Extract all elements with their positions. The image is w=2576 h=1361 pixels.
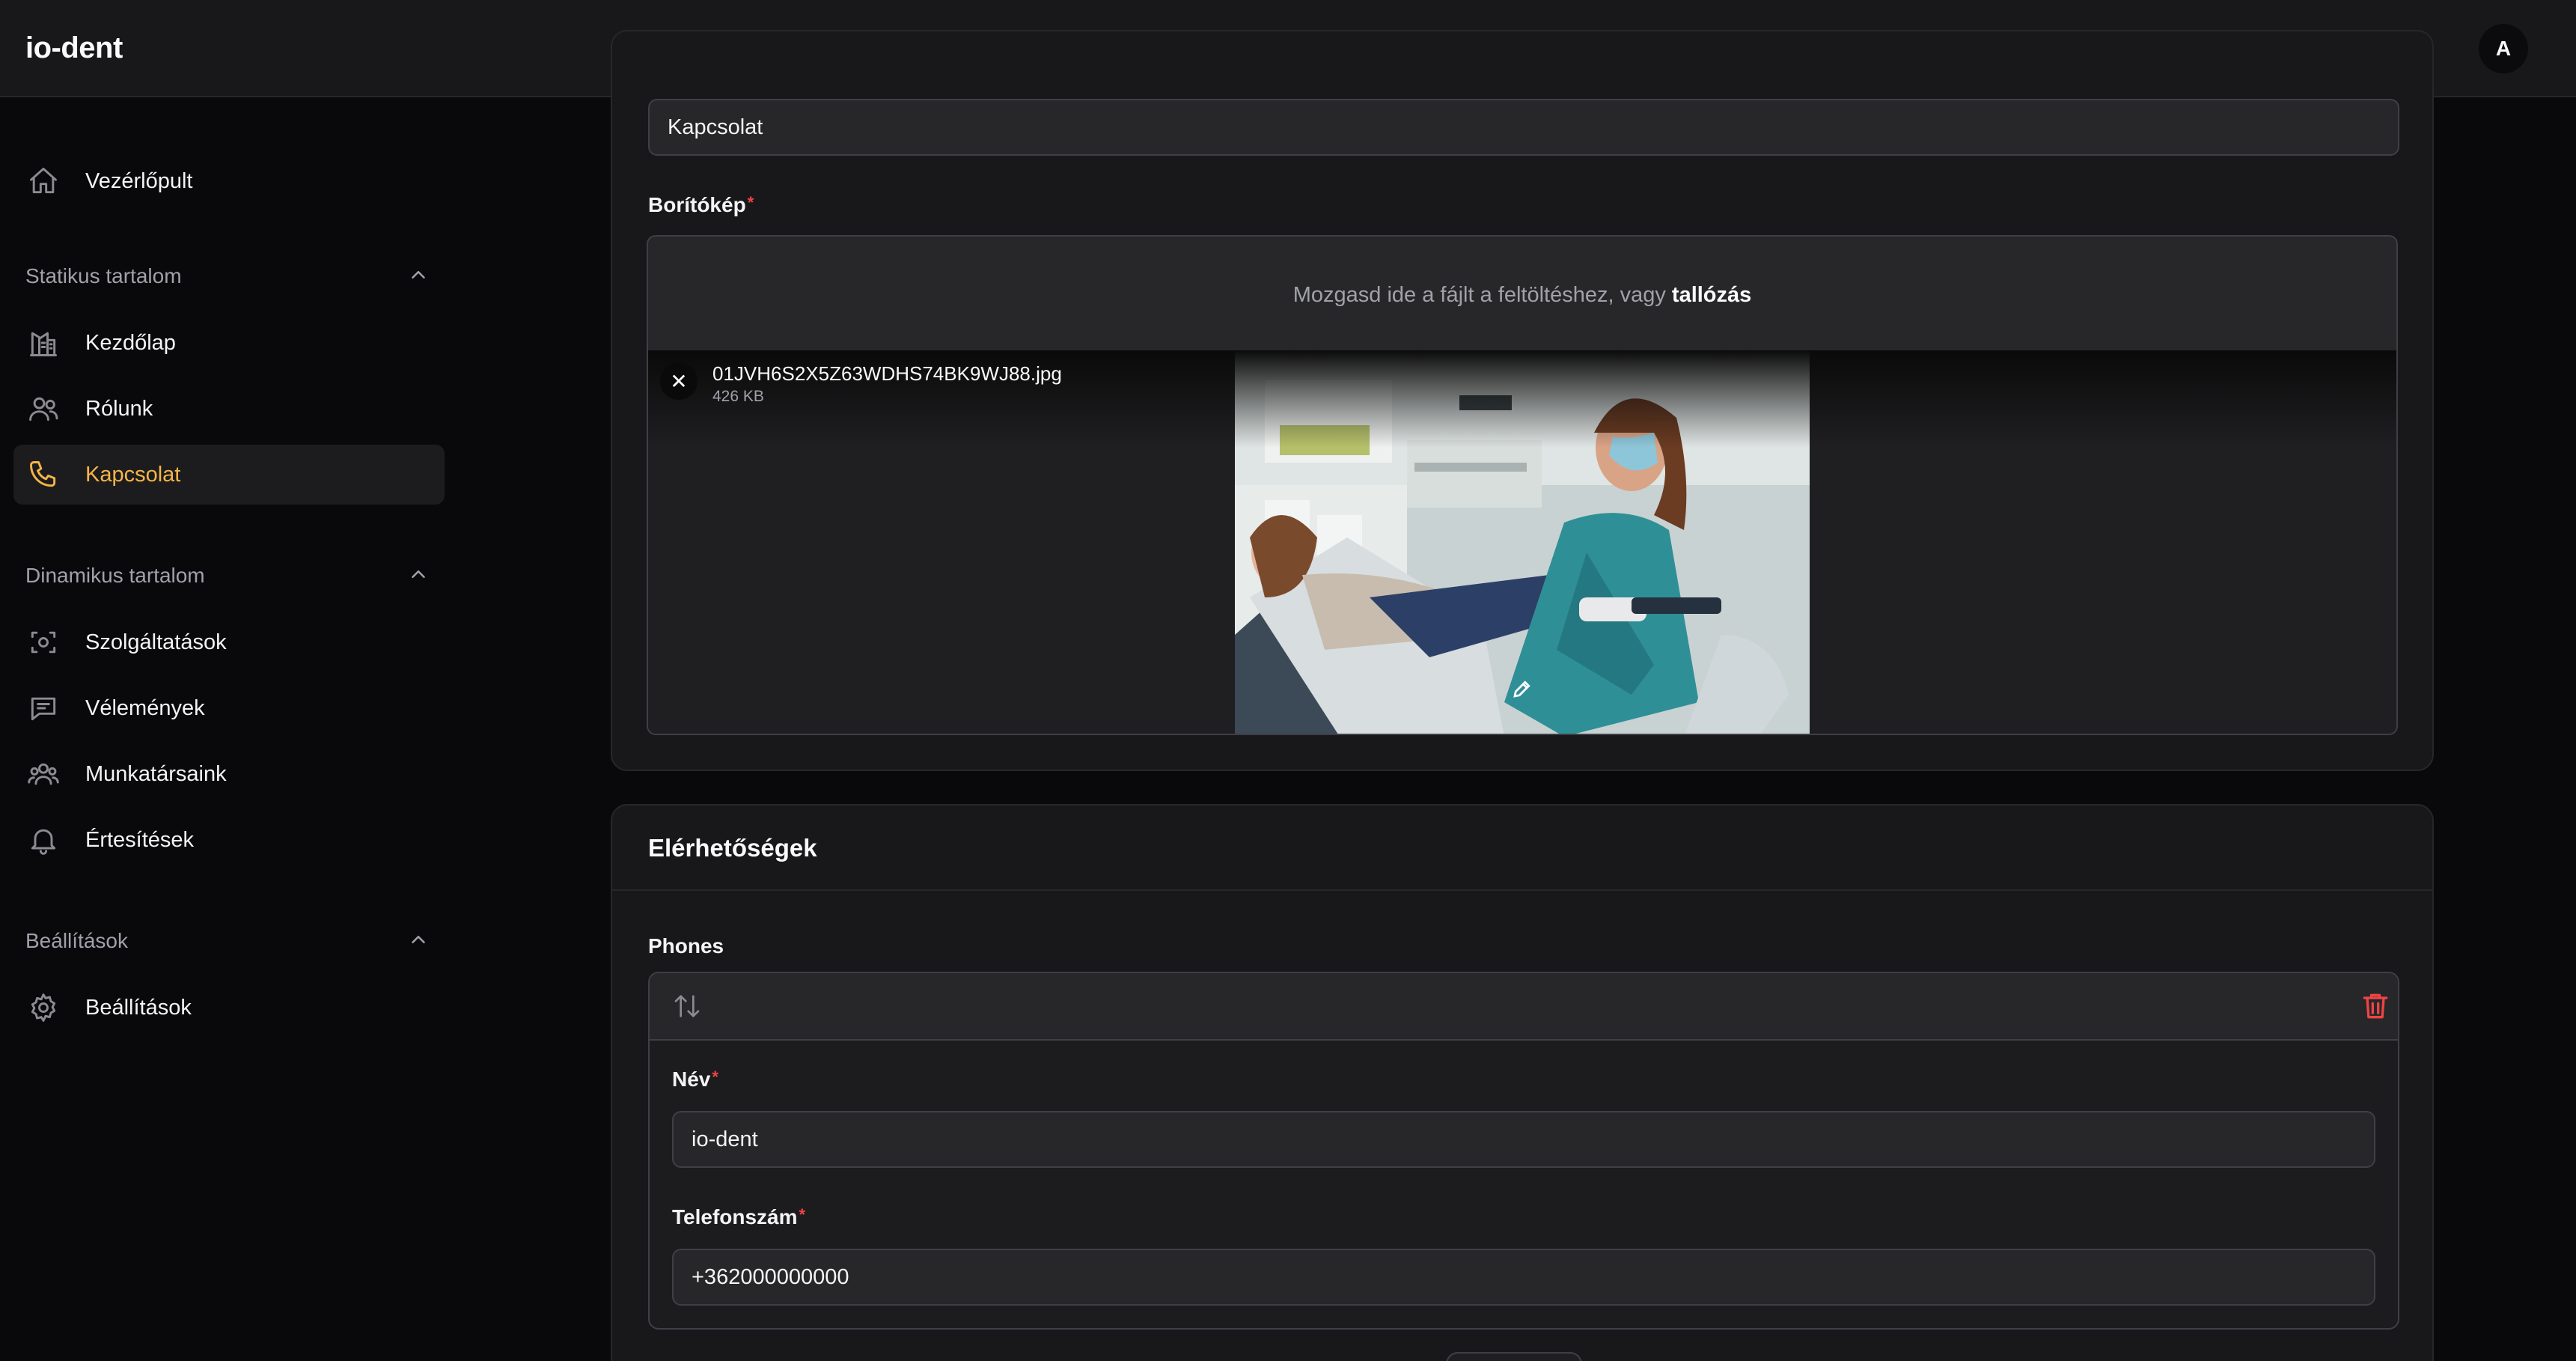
sidebar-item-label: Szolgáltatások — [85, 630, 227, 654]
chat-bubble-icon — [27, 692, 60, 725]
phone-icon — [27, 458, 60, 491]
section-divider — [612, 889, 2432, 891]
group-dynamic-content[interactable]: Dinamikus tartalom — [25, 557, 430, 594]
phone-input[interactable]: +362000000000 — [672, 1249, 2375, 1306]
dropzone-text: Mozgasd ide a fájlt a feltöltéshez, vagy — [1292, 283, 1666, 307]
browse-link[interactable]: tallózás — [1672, 283, 1751, 307]
users-icon — [27, 392, 60, 425]
sidebar-item-label: Rólunk — [85, 396, 153, 421]
chevron-up-icon — [407, 928, 430, 954]
pencil-icon — [1513, 680, 1530, 698]
name-label: Név* — [672, 1068, 718, 1091]
user-avatar[interactable]: A — [2479, 24, 2528, 73]
building-icon — [27, 326, 60, 359]
phones-repeater-item: Név* io-dent Telefonszám* +362000000000 — [648, 972, 2399, 1330]
reorder-arrows-icon[interactable] — [672, 991, 702, 1021]
contacts-card: Elérhetőségek Phones Név* io-dent Telefo… — [611, 804, 2434, 1361]
required-mark: * — [799, 1205, 806, 1224]
name-input[interactable]: io-dent — [672, 1111, 2375, 1168]
sidebar-item-label: Kezdőlap — [85, 330, 176, 355]
sidebar-item-label: Értesítések — [85, 827, 195, 852]
sidebar-item-services[interactable]: Szolgáltatások — [13, 612, 445, 672]
cover-upload-wrapper: Mozgasd ide a fájlt a feltöltéshez, vagy… — [611, 99, 2434, 773]
file-dropzone[interactable]: Mozgasd ide a fájlt a feltöltéshez, vagy… — [647, 235, 2398, 735]
file-size: 426 KB — [712, 388, 764, 405]
sidebar-item-settings[interactable]: Beállítások — [13, 978, 445, 1038]
brand-logo[interactable]: io-dent — [25, 31, 123, 65]
dropzone-instructions: Mozgasd ide a fájlt a feltöltéshez, vagy… — [648, 283, 2396, 308]
sidebar-item-label: Beállítások — [85, 995, 192, 1020]
sidebar-item-home[interactable]: Kezdőlap — [13, 313, 445, 373]
sidebar-item-about[interactable]: Rólunk — [13, 379, 445, 439]
group-title: Beállítások — [25, 929, 128, 952]
group-static-content[interactable]: Statikus tartalom — [25, 258, 430, 295]
chevron-up-icon — [407, 563, 430, 589]
sidebar-item-label: Munkatársaink — [85, 761, 227, 786]
sidebar-item-team[interactable]: Munkatársaink — [13, 744, 445, 804]
sidebar-item-dashboard[interactable]: Vezérlőpult — [13, 151, 445, 211]
group-title: Statikus tartalom — [25, 264, 182, 287]
phone-label-text: Telefonszám — [672, 1205, 798, 1228]
phone-label: Telefonszám* — [672, 1205, 805, 1229]
sidebar-item-reviews[interactable]: Vélemények — [13, 678, 445, 738]
home-icon — [27, 165, 60, 198]
edit-image-button[interactable] — [1506, 672, 1539, 705]
remove-file-button[interactable]: ✕ — [660, 362, 698, 400]
sidebar-item-notifications[interactable]: Értesítések — [13, 810, 445, 870]
bell-icon — [27, 823, 60, 856]
name-label-text: Név — [672, 1068, 711, 1091]
sidebar: Vezérlőpult Statikus tartalom Kezdőlap R… — [0, 99, 457, 1361]
repeater-item-header — [650, 973, 2398, 1041]
viewfinder-icon — [27, 626, 60, 659]
sidebar-item-label: Kapcsolat — [85, 462, 181, 487]
sidebar-item-contact[interactable]: Kapcsolat — [13, 445, 445, 505]
sidebar-item-label: Vezérlőpult — [85, 168, 193, 193]
add-phone-button[interactable] — [1446, 1352, 1582, 1361]
section-title: Elérhetőségek — [648, 834, 817, 862]
required-mark: * — [712, 1068, 718, 1086]
group-title: Dinamikus tartalom — [25, 564, 205, 587]
phones-label: Phones — [648, 934, 724, 957]
file-name: 01JVH6S2X5Z63WDHS74BK9WJ88.jpg — [712, 362, 1062, 385]
chevron-up-icon — [407, 264, 430, 290]
user-group-icon — [27, 758, 60, 791]
trash-icon[interactable] — [2359, 990, 2392, 1023]
sidebar-item-label: Vélemények — [85, 695, 205, 720]
group-settings[interactable]: Beállítások — [25, 922, 430, 960]
gear-icon — [27, 991, 60, 1024]
